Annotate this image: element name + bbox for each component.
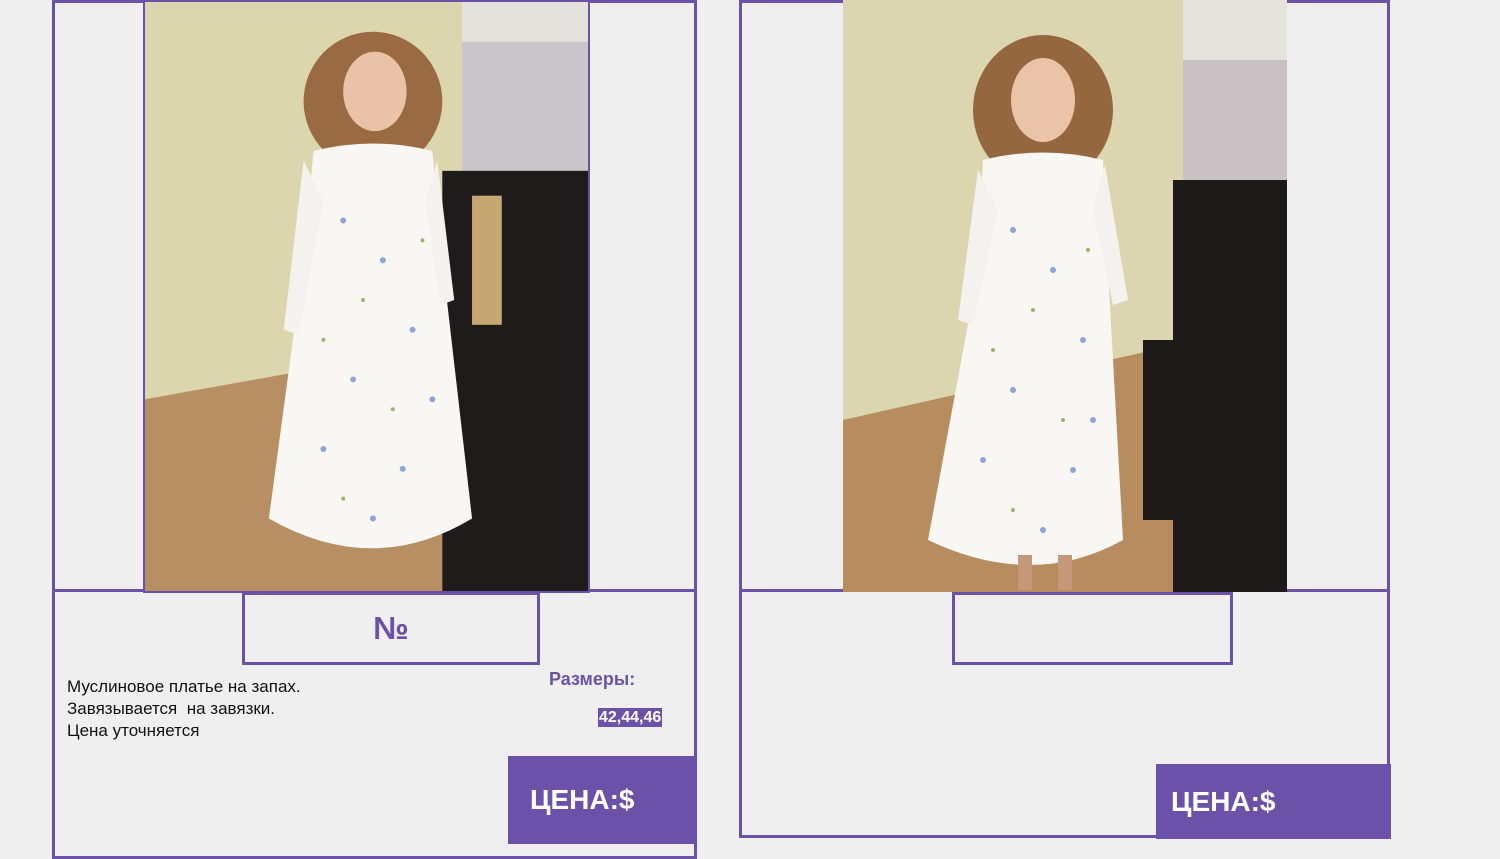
card-1-number-box: № [242, 592, 540, 665]
card-2-price-badge[interactable]: ЦЕНА:$ [1156, 764, 1391, 839]
card-1-price-badge[interactable]: ЦЕНА:$ [508, 756, 697, 844]
card-1-description: Муслиновое платье на запах. Завязывается… [67, 676, 487, 742]
card-1-price-label: ЦЕНА:$ [530, 784, 635, 815]
description-line: Завязывается на завязки. [67, 699, 276, 718]
card-2-product-photo[interactable] [843, 0, 1287, 592]
description-line: Муслиновое платье на запах. [67, 677, 301, 696]
card-1-product-photo[interactable] [143, 0, 590, 593]
card-2-price-label: ЦЕНА:$ [1171, 785, 1276, 817]
card-1-number-label: № [373, 610, 409, 646]
description-line: Цена уточняется [67, 721, 200, 740]
sizes-label: Размеры: [549, 669, 636, 689]
card-2-number-box [952, 592, 1233, 665]
sizes-value: 42,44,46 [598, 708, 663, 727]
